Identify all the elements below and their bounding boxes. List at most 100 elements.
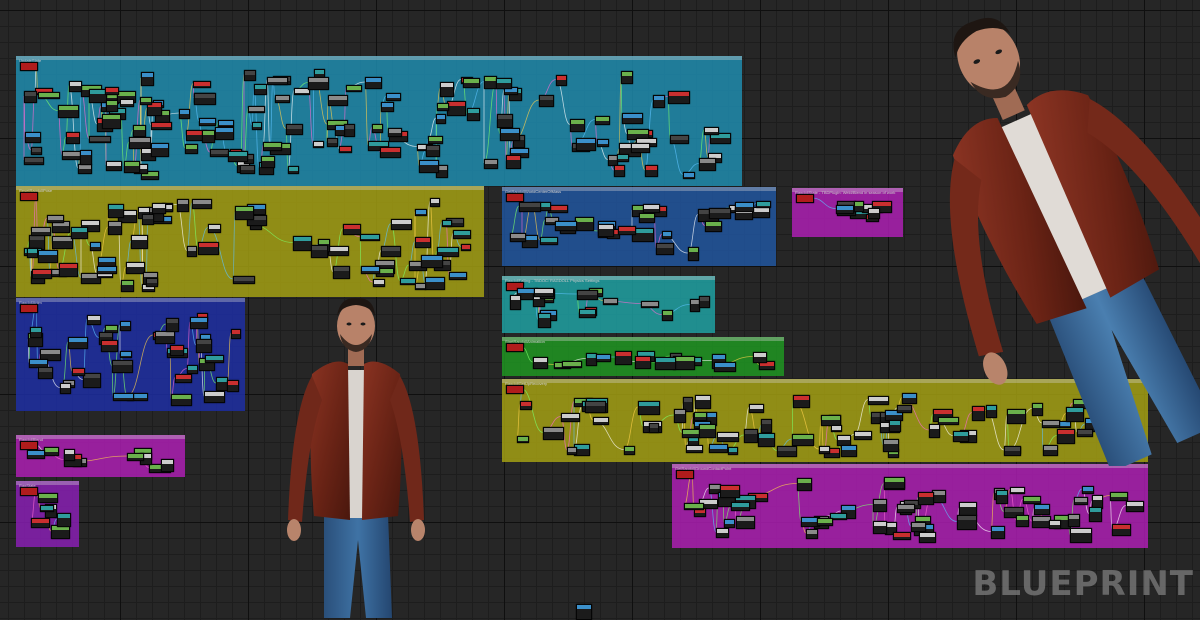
graph-node[interactable] bbox=[244, 70, 256, 81]
event-node[interactable] bbox=[506, 193, 524, 202]
graph-node[interactable] bbox=[635, 356, 651, 369]
graph-node[interactable] bbox=[699, 424, 716, 438]
graph-node[interactable] bbox=[38, 92, 60, 99]
graph-node[interactable] bbox=[699, 296, 710, 308]
graph-node[interactable] bbox=[639, 213, 655, 223]
graph-node[interactable] bbox=[196, 339, 212, 353]
graph-node[interactable] bbox=[618, 226, 636, 235]
graph-node[interactable] bbox=[1126, 501, 1144, 512]
graph-node[interactable] bbox=[361, 266, 380, 274]
graph-node[interactable] bbox=[190, 317, 208, 329]
graph-node[interactable] bbox=[333, 266, 350, 279]
graph-node[interactable] bbox=[97, 266, 117, 274]
graph-node[interactable] bbox=[187, 246, 197, 257]
graph-node[interactable] bbox=[31, 227, 51, 236]
graph-node[interactable] bbox=[467, 108, 480, 121]
graph-node[interactable] bbox=[267, 77, 288, 85]
graph-node[interactable] bbox=[1070, 528, 1092, 543]
comment-box-center-of-mass[interactable]: GetRagdollWorldCenterOfMass bbox=[502, 187, 776, 266]
graph-node[interactable] bbox=[428, 136, 443, 144]
graph-node[interactable] bbox=[641, 301, 659, 308]
graph-node[interactable] bbox=[1112, 524, 1131, 536]
graph-node[interactable] bbox=[806, 529, 818, 539]
event-node[interactable] bbox=[20, 62, 38, 71]
graph-node[interactable] bbox=[146, 278, 158, 287]
graph-node[interactable] bbox=[484, 159, 498, 169]
graph-node[interactable] bbox=[31, 147, 42, 155]
graph-node[interactable] bbox=[344, 124, 355, 137]
graph-node[interactable] bbox=[31, 518, 50, 528]
graph-node[interactable] bbox=[288, 166, 299, 174]
graph-node[interactable] bbox=[142, 214, 154, 225]
graph-node[interactable] bbox=[391, 219, 412, 230]
graph-node[interactable] bbox=[90, 242, 101, 251]
graph-node[interactable] bbox=[617, 154, 629, 162]
graph-node[interactable] bbox=[381, 102, 394, 112]
graph-node[interactable] bbox=[120, 321, 131, 331]
graph-node[interactable] bbox=[124, 161, 140, 173]
graph-node[interactable] bbox=[510, 295, 521, 310]
graph-node[interactable] bbox=[683, 172, 695, 179]
graph-node[interactable] bbox=[386, 93, 401, 101]
graph-node[interactable] bbox=[555, 221, 577, 231]
event-node[interactable] bbox=[796, 194, 814, 203]
graph-node[interactable] bbox=[603, 298, 618, 305]
graph-node[interactable] bbox=[40, 505, 54, 512]
graph-node[interactable] bbox=[426, 145, 440, 157]
event-node[interactable] bbox=[20, 441, 38, 450]
graph-node[interactable] bbox=[792, 434, 814, 446]
graph-node[interactable] bbox=[27, 450, 45, 459]
graph-node[interactable] bbox=[662, 231, 672, 239]
graph-node[interactable] bbox=[506, 155, 521, 169]
graph-node[interactable] bbox=[653, 95, 665, 108]
graph-node[interactable] bbox=[543, 427, 564, 440]
graph-node[interactable] bbox=[534, 288, 554, 297]
graph-node[interactable] bbox=[52, 236, 73, 249]
graph-node[interactable] bbox=[577, 290, 598, 300]
graph-node[interactable] bbox=[638, 401, 660, 415]
graph-node[interactable] bbox=[918, 492, 934, 505]
event-node[interactable] bbox=[20, 304, 38, 313]
graph-node[interactable] bbox=[328, 95, 348, 106]
graph-node[interactable] bbox=[327, 138, 338, 147]
graph-node[interactable] bbox=[155, 331, 175, 344]
graph-node[interactable] bbox=[68, 337, 88, 349]
graph-node[interactable] bbox=[120, 351, 132, 358]
graph-node[interactable] bbox=[959, 502, 977, 516]
graph-node[interactable] bbox=[108, 204, 124, 218]
graph-node[interactable] bbox=[548, 205, 568, 213]
graph-node[interactable] bbox=[510, 233, 526, 242]
graph-node[interactable] bbox=[161, 459, 174, 472]
graph-node[interactable] bbox=[533, 357, 548, 369]
graph-node[interactable] bbox=[714, 362, 736, 372]
graph-node[interactable] bbox=[854, 431, 872, 440]
graph-node[interactable] bbox=[593, 417, 609, 425]
graph-node[interactable] bbox=[231, 329, 241, 339]
graph-node[interactable] bbox=[415, 237, 431, 248]
graph-node[interactable] bbox=[449, 272, 467, 280]
graph-node[interactable] bbox=[252, 122, 262, 130]
graph-node[interactable] bbox=[121, 280, 134, 292]
graph-node[interactable] bbox=[187, 365, 198, 374]
graph-node[interactable] bbox=[624, 446, 635, 455]
graph-node[interactable] bbox=[25, 132, 41, 143]
graph-node[interactable] bbox=[777, 446, 797, 457]
graph-node[interactable] bbox=[59, 263, 78, 277]
graph-node[interactable] bbox=[911, 522, 926, 532]
graph-node[interactable] bbox=[425, 277, 445, 290]
graph-node[interactable] bbox=[670, 135, 689, 144]
graph-node[interactable] bbox=[1082, 486, 1094, 494]
graph-node[interactable] bbox=[44, 447, 59, 456]
event-node[interactable] bbox=[20, 192, 38, 201]
graph-node[interactable] bbox=[562, 361, 582, 368]
graph-node[interactable] bbox=[38, 250, 58, 263]
graph-node[interactable] bbox=[177, 199, 189, 212]
graph-node[interactable] bbox=[668, 91, 690, 104]
graph-node[interactable] bbox=[400, 278, 416, 285]
graph-node[interactable] bbox=[254, 84, 267, 95]
graph-node[interactable] bbox=[656, 243, 674, 255]
graph-node[interactable] bbox=[311, 245, 328, 258]
graph-node[interactable] bbox=[854, 201, 864, 212]
graph-node[interactable] bbox=[152, 203, 166, 214]
graph-node[interactable] bbox=[756, 201, 771, 208]
